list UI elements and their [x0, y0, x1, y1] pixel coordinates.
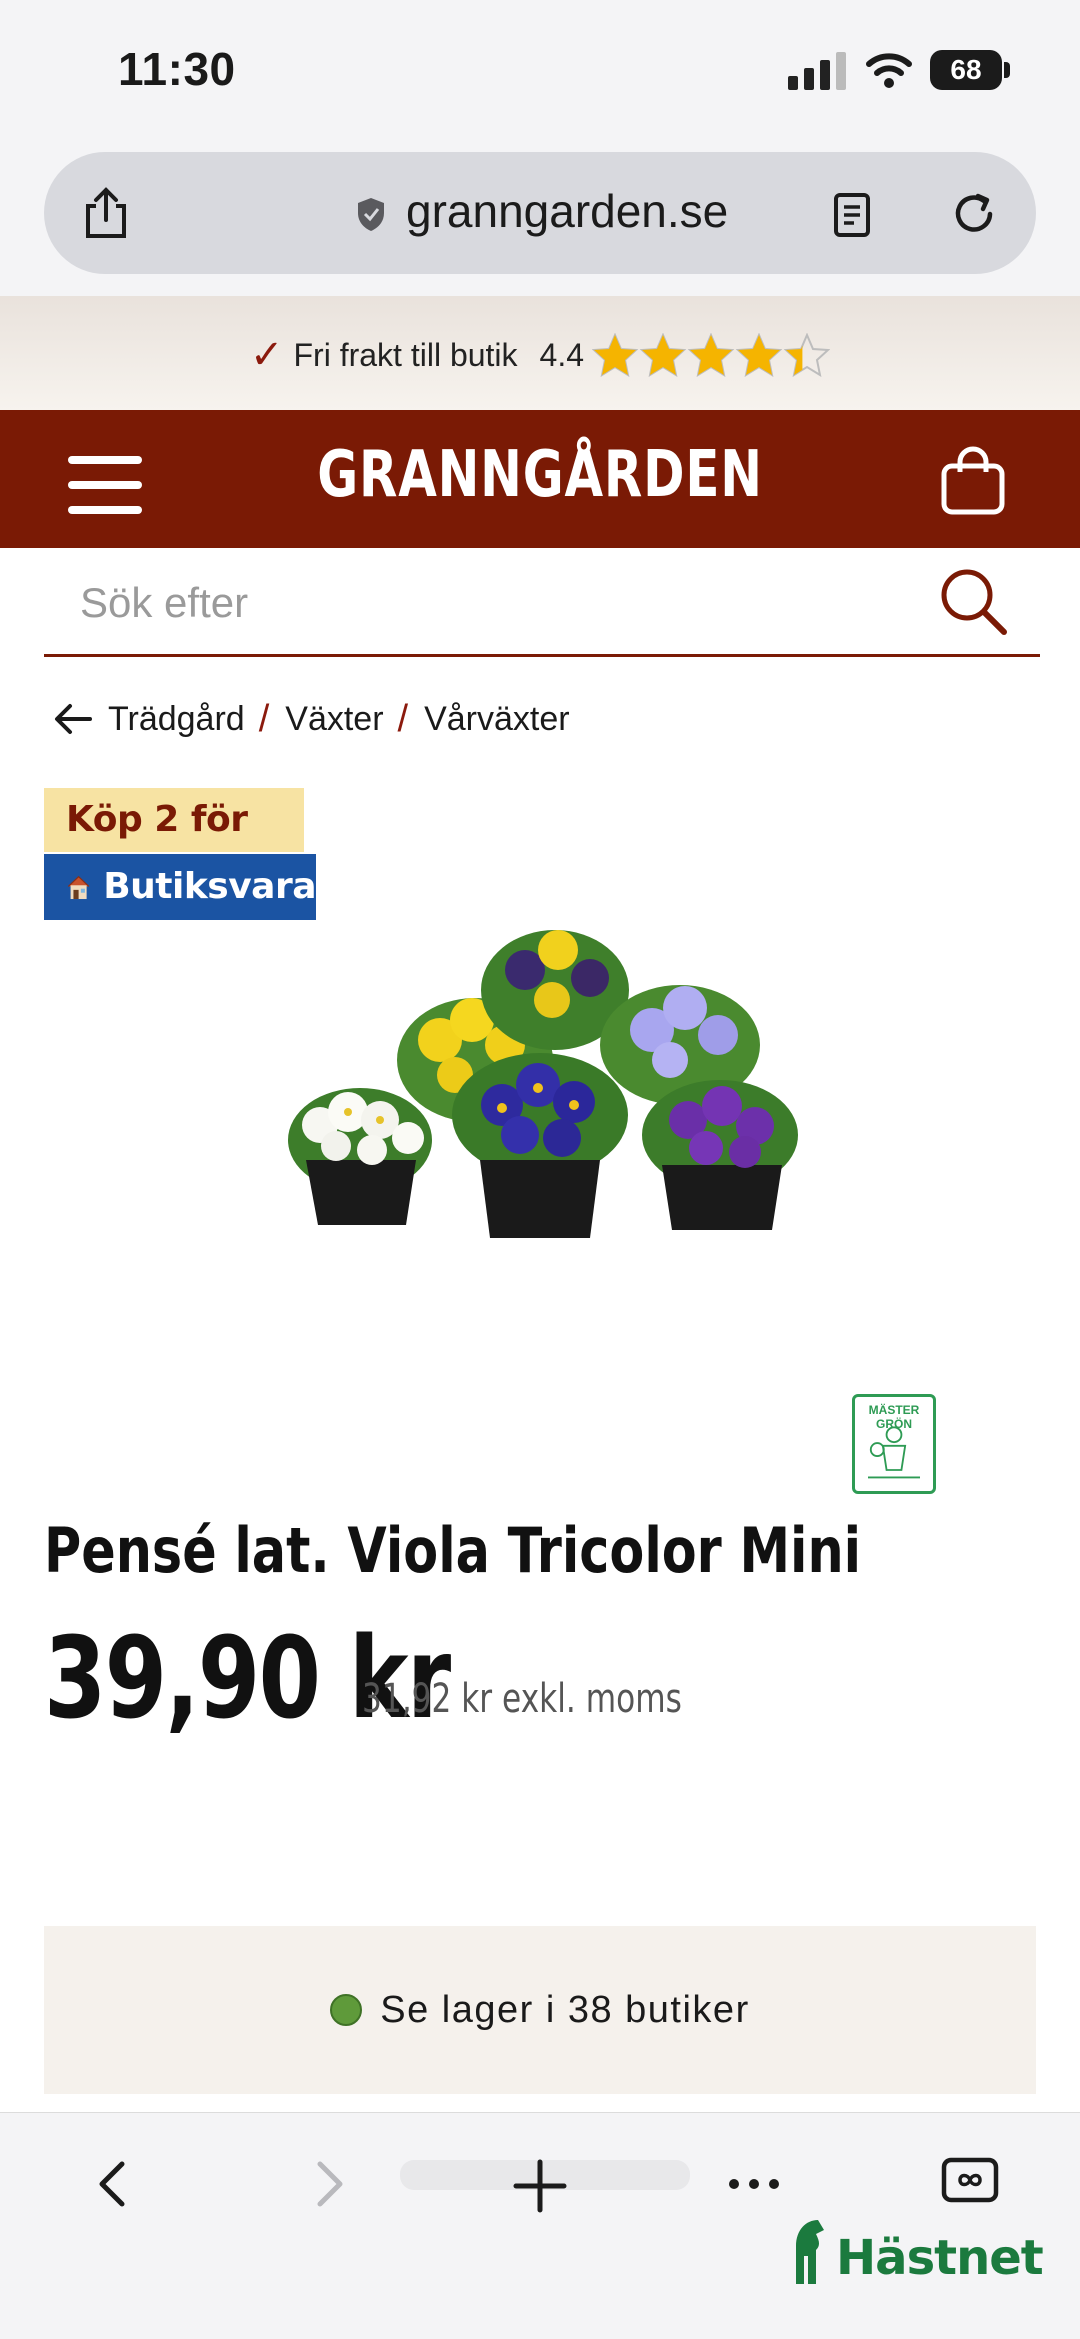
star-icon — [736, 333, 783, 377]
horse-icon — [796, 2220, 824, 2284]
shield-icon — [358, 198, 384, 231]
promo-content: ✓ Fri frakt till butik 4.4 — [0, 330, 1080, 380]
url-text[interactable]: granngarden.se — [406, 184, 728, 238]
pot-left — [288, 1088, 432, 1225]
breadcrumb: Trädgård / Växter / Vårväxter — [54, 694, 570, 744]
more-icon[interactable] — [726, 2176, 782, 2192]
share-icon[interactable] — [80, 186, 132, 240]
stock-status-dot — [330, 1994, 363, 2026]
pot-right — [642, 1080, 798, 1230]
stock-availability-link[interactable]: Se lager i 38 butiker — [44, 1982, 1036, 2038]
reload-icon[interactable] — [948, 188, 1000, 240]
star-icon — [784, 333, 831, 377]
search-icon[interactable] — [938, 566, 1008, 638]
wifi-icon — [866, 53, 912, 88]
site-logo[interactable]: GRANNGÅRDEN — [119, 438, 961, 512]
cart-icon[interactable] — [938, 444, 1008, 516]
pot-center — [452, 1053, 628, 1238]
forward-icon[interactable] — [310, 2158, 350, 2210]
star-icon — [640, 333, 687, 377]
product-title: Pensé lat. Viola Tricolor Mini — [44, 1514, 862, 1587]
status-time: 11:30 — [118, 43, 236, 95]
price-excl-vat: 31,92 kr exkl. moms — [362, 1676, 682, 1722]
breadcrumb-item-tradgard[interactable]: Trädgård — [108, 700, 245, 739]
battery-indicator: 68 — [930, 50, 1002, 90]
hastnet-wordmark: Hästnet — [836, 2230, 1044, 2286]
signal-icon — [788, 52, 846, 90]
search-input[interactable] — [78, 572, 902, 634]
breadcrumb-separator: / — [258, 697, 270, 740]
rating-value: 4.4 — [539, 336, 585, 373]
star-icon — [688, 333, 735, 377]
plus-icon[interactable] — [510, 2156, 570, 2216]
stock-text: Se lager i 38 butiker — [380, 1988, 750, 2031]
gardener-icon — [868, 1426, 920, 1479]
breadcrumb-item-vaxter[interactable]: Växter — [285, 700, 383, 739]
product-image[interactable] — [240, 880, 840, 1260]
house-icon — [67, 875, 90, 900]
back-icon[interactable] — [92, 2158, 132, 2210]
free-shipping-text: Fri frakt till butik — [293, 336, 518, 373]
breadcrumb-separator: / — [397, 697, 409, 740]
reader-icon[interactable] — [832, 192, 872, 238]
deal-badge: Köp 2 för 69 kr — [44, 788, 304, 904]
rating-stars — [592, 333, 831, 377]
check-icon: ✓ — [249, 333, 284, 377]
certification-badge: MÄSTER GRÖN — [852, 1394, 936, 1494]
star-icon — [592, 333, 639, 377]
hastnet-logo: Hästnet — [790, 2220, 1044, 2286]
arrow-left-icon[interactable] — [54, 702, 92, 736]
breadcrumb-item-varvaxter[interactable]: Vårväxter — [424, 700, 570, 739]
tabs-icon[interactable] — [940, 2156, 1000, 2204]
battery-cap — [1004, 62, 1010, 78]
